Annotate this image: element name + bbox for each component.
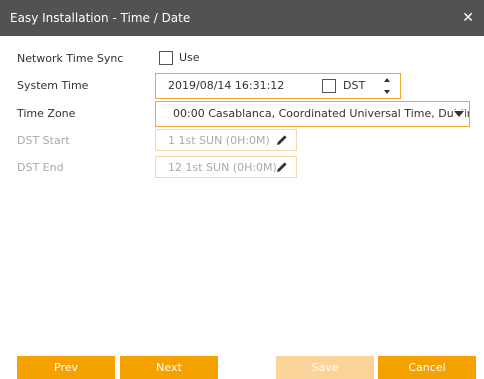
dst-checkbox[interactable]	[322, 79, 336, 93]
chevron-down-icon	[453, 110, 465, 118]
time-zone-label: Time Zone	[17, 107, 76, 120]
window-title: Easy Installation - Time / Date	[10, 11, 191, 25]
dst-end-label: DST End	[17, 161, 64, 174]
system-time-label: System Time	[17, 79, 89, 92]
dst-start-field[interactable]: 1 1st SUN (0H:0M)	[155, 129, 297, 151]
pencil-icon[interactable]	[276, 134, 288, 146]
system-time-value: 2019/08/14 16:31:12	[168, 79, 285, 92]
pencil-icon[interactable]	[276, 161, 288, 173]
dst-start-label: DST Start	[17, 134, 70, 147]
prev-button[interactable]: Prev	[17, 356, 115, 379]
save-button[interactable]: Save	[276, 356, 374, 379]
use-label: Use	[179, 51, 200, 64]
system-time-field[interactable]: 2019/08/14 16:31:12 DST	[155, 73, 401, 99]
dst-start-value: 1 1st SUN (0H:0M)	[168, 134, 270, 147]
next-button[interactable]: Next	[120, 356, 218, 379]
close-icon[interactable]: ✕	[462, 0, 474, 36]
cancel-button[interactable]: Cancel	[378, 356, 476, 379]
title-bar: Easy Installation - Time / Date ✕	[0, 0, 484, 36]
dst-end-field[interactable]: 12 1st SUN (0H:0M)	[155, 156, 297, 178]
spinner-icon[interactable]	[383, 77, 391, 95]
dst-end-value: 12 1st SUN (0H:0M)	[168, 161, 277, 174]
time-zone-select[interactable]: 00:00 Casablanca, Coordinated Universal …	[155, 101, 470, 127]
time-zone-value: 00:00 Casablanca, Coordinated Universal …	[173, 107, 469, 120]
network-time-sync-checkbox[interactable]	[159, 51, 173, 65]
network-time-sync-label: Network Time Sync	[17, 52, 124, 65]
dst-label: DST	[343, 79, 366, 92]
